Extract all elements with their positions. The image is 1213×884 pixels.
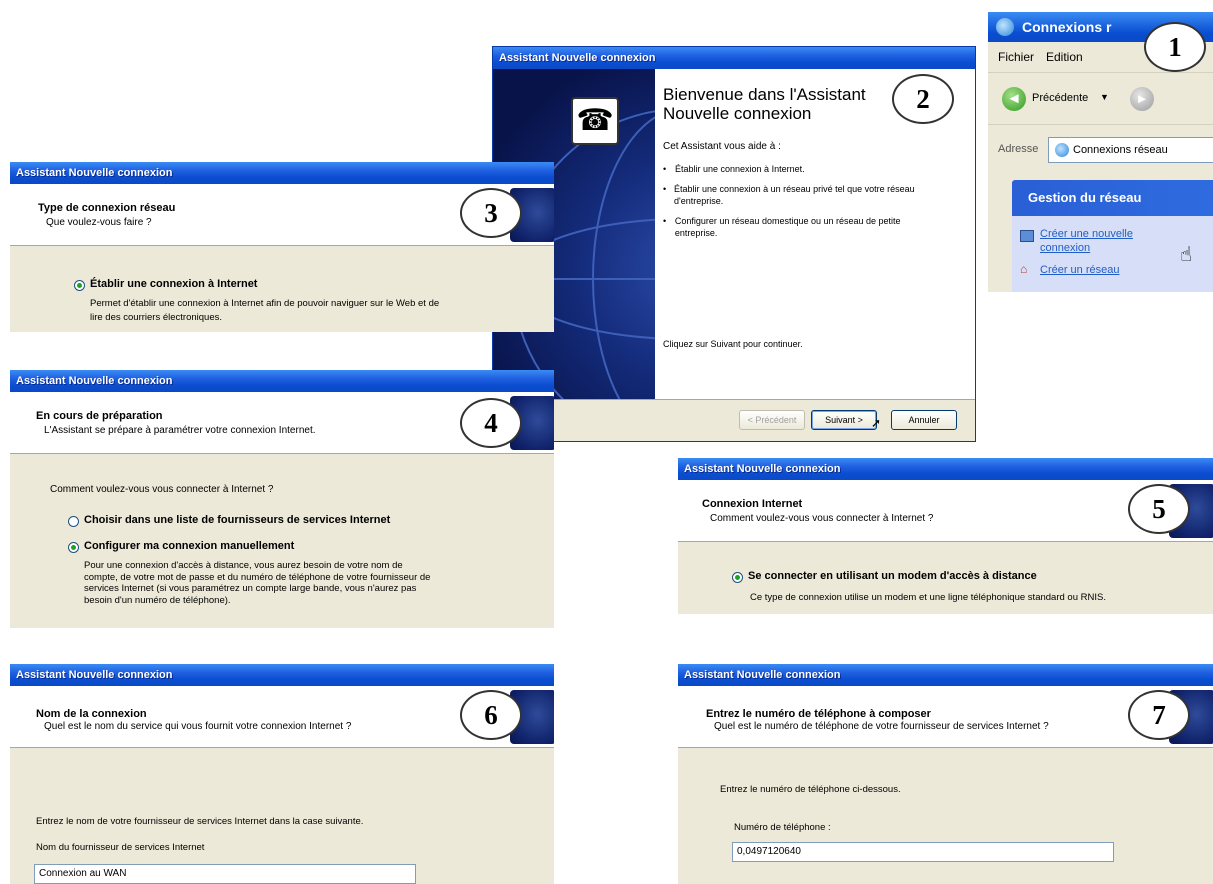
address-field[interactable]: Connexions réseau <box>1048 137 1213 163</box>
phone-connection-icon: ☎ <box>571 97 619 145</box>
step-subtitle: Quel est le numéro de téléphone de votre… <box>714 721 1049 732</box>
wizard-footer: < Précédent Suivant > ➚ Annuler <box>493 399 975 441</box>
step-title: Entrez le numéro de téléphone à composer <box>706 708 931 720</box>
step-badge-4: 4 <box>460 398 522 448</box>
pointer-cursor-icon: ➚ <box>871 416 882 430</box>
step5-wizard: Assistant Nouvelle connexion Connexion I… <box>678 458 1213 614</box>
bullet-item: • Configurer un réseau domestique ou un r… <box>663 216 901 238</box>
network-folder-icon <box>1055 143 1069 157</box>
step-subtitle: Que voulez-vous faire ? <box>46 217 152 228</box>
isp-list-option[interactable]: Choisir dans une liste de fournisseurs d… <box>84 514 390 526</box>
address-label: Adresse <box>998 143 1039 155</box>
connection-question: Comment voulez-vous vous connecter à Int… <box>50 484 274 495</box>
hand-cursor-icon: ☝ <box>1180 244 1193 266</box>
welcome-bullets: • Établir une connexion à Internet. • Étab… <box>663 163 943 239</box>
network-icon <box>996 18 1014 36</box>
back-dropdown-icon[interactable]: ▼ <box>1100 92 1109 102</box>
step3-wizard: Assistant Nouvelle connexion Type de con… <box>10 162 554 332</box>
wizard-title-bar: Assistant Nouvelle connexion <box>493 47 975 69</box>
desc-line: besoin d'un numéro de téléphone). <box>84 594 231 606</box>
bullet-item: • Établir une connexion à Internet. <box>663 164 805 174</box>
toolbar: ◄ Précédente ▼ ► <box>988 72 1213 124</box>
previous-button[interactable]: < Précédent <box>739 410 805 430</box>
wizard-title-bar: Assistant Nouvelle connexion <box>10 162 554 184</box>
isp-instruction: Entrez le nom de votre fournisseur de se… <box>36 816 364 827</box>
wizard-title-bar: Assistant Nouvelle connexion <box>10 664 554 686</box>
create-network-link[interactable]: Créer un réseau <box>1040 264 1120 276</box>
welcome-heading: Bienvenue dans l'Assistant Nouvelle conn… <box>663 85 866 123</box>
step-subtitle: Comment voulez-vous vous connecter à Int… <box>710 513 934 524</box>
step-subtitle: L'Assistant se prépare à paramétrer votr… <box>44 425 316 436</box>
continue-instruction: Cliquez sur Suivant pour continuer. <box>663 339 803 349</box>
network-tasks-pane: Gestion du réseau Créer une nouvelle con… <box>1012 180 1213 292</box>
step-badge-2: 2 <box>892 74 954 124</box>
option-description-line2: lire des courriers électroniques. <box>90 312 223 323</box>
address-value: Connexions réseau <box>1073 144 1168 156</box>
next-button[interactable]: Suivant > <box>811 410 877 430</box>
forward-arrow-icon[interactable]: ► <box>1130 87 1154 111</box>
desc-line: Pour une connexion d'accès à distance, v… <box>84 560 403 571</box>
wizard-title-bar: Assistant Nouvelle connexion <box>678 664 1213 686</box>
step-badge-5: 5 <box>1128 484 1190 534</box>
isp-list-radio[interactable] <box>68 516 79 527</box>
internet-connection-radio[interactable] <box>74 280 85 291</box>
tasks-heading: Gestion du réseau <box>1012 180 1213 216</box>
isp-name-input[interactable]: Connexion au WAN <box>34 864 416 884</box>
wizard-title-bar: Assistant Nouvelle connexion <box>678 458 1213 480</box>
step-subtitle: Quel est le nom du service qui vous four… <box>44 721 352 732</box>
dialup-modem-option[interactable]: Se connecter en utilisant un modem d'acc… <box>748 570 1037 582</box>
welcome-intro: Cet Assistant vous aide à : <box>663 141 781 152</box>
step-title: En cours de préparation <box>36 410 163 422</box>
step-title: Connexion Internet <box>702 498 803 510</box>
step-badge-6: 6 <box>460 690 522 740</box>
step-badge-3: 3 <box>460 188 522 238</box>
home-network-icon: ⌂ <box>1020 262 1028 276</box>
step-title: Type de connexion réseau <box>38 202 176 214</box>
step-title: Nom de la connexion <box>36 708 147 720</box>
explorer-title: Connexions r <box>1022 19 1112 35</box>
cancel-button[interactable]: Annuler <box>891 410 957 430</box>
bullet-item: • Établir une connexion à un réseau privé… <box>663 184 915 206</box>
isp-field-label: Nom du fournisseur de services Internet <box>36 842 205 853</box>
desc-line: services Internet (si vous paramétrez un… <box>84 583 417 594</box>
internet-connection-option[interactable]: Établir une connexion à Internet <box>90 278 257 290</box>
welcome-heading-line1: Bienvenue dans l'Assistant <box>663 85 866 104</box>
step-badge-1: 1 <box>1144 22 1206 72</box>
manual-config-description: Pour une connexion d'accès à distance, v… <box>84 560 430 606</box>
back-button-label[interactable]: Précédente <box>1032 92 1088 104</box>
manual-config-option[interactable]: Configurer ma connexion manuellement <box>84 540 294 552</box>
step7-wizard: Assistant Nouvelle connexion Entrez le n… <box>678 664 1213 884</box>
wizard-title-bar: Assistant Nouvelle connexion <box>10 370 554 392</box>
welcome-heading-line2: Nouvelle connexion <box>663 104 812 123</box>
manual-config-radio[interactable] <box>68 542 79 553</box>
phone-number-input[interactable]: 0,0497120640 <box>732 842 1114 862</box>
back-arrow-icon[interactable]: ◄ <box>1002 87 1026 111</box>
option-description-line1: Permet d'établir une connexion à Interne… <box>90 298 440 309</box>
dialup-modem-radio[interactable] <box>732 572 743 583</box>
desc-line: compte, de votre mot de passe et du numé… <box>84 571 431 583</box>
address-bar: Adresse Connexions réseau <box>988 124 1213 174</box>
phone-instruction: Entrez le numéro de téléphone ci-dessous… <box>720 784 901 795</box>
step-badge-7: 7 <box>1128 690 1190 740</box>
menu-fichier[interactable]: Fichier <box>998 42 1034 72</box>
new-connection-icon <box>1020 230 1034 242</box>
dialup-modem-description: Ce type de connexion utilise un modem et… <box>750 592 1106 603</box>
phone-field-label: Numéro de téléphone : <box>734 822 831 833</box>
create-connection-link-line2[interactable]: connexion <box>1040 242 1090 254</box>
create-connection-link-line1[interactable]: Créer une nouvelle <box>1040 228 1133 240</box>
menu-edition[interactable]: Edition <box>1046 42 1083 72</box>
